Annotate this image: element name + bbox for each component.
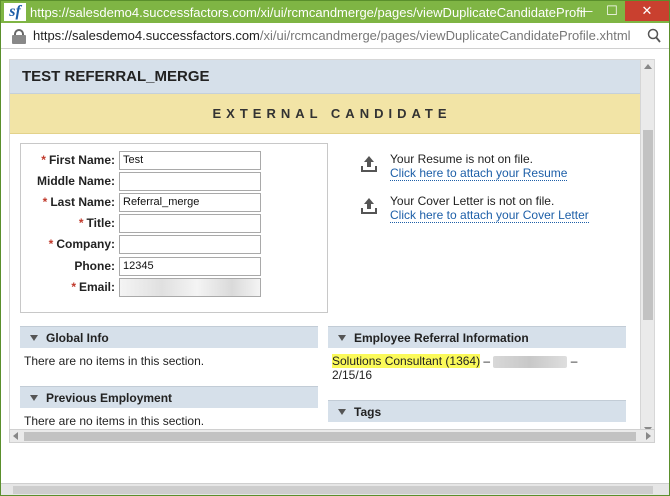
section-empty-text: There are no items in this section.: [24, 354, 205, 368]
middle-name-field[interactable]: [119, 171, 261, 191]
required-mark: *: [48, 237, 54, 251]
collapse-icon: [30, 394, 38, 401]
scroll-left-icon[interactable]: [13, 432, 18, 440]
scroll-thumb[interactable]: [13, 486, 653, 494]
company-label: Company:: [56, 237, 115, 251]
phone-field[interactable]: [119, 256, 261, 276]
title-row: * Title:: [21, 213, 261, 233]
email-row: * Email:: [21, 277, 261, 297]
email-label: Email:: [78, 280, 115, 294]
middle-name-row: Middle Name:: [21, 171, 261, 191]
section-title: Previous Employment: [46, 390, 173, 405]
resume-attachment: Your Resume is not on file. Click here t…: [360, 152, 568, 181]
attach-cover-letter-link[interactable]: Click here to attach your Cover Letter: [390, 208, 589, 223]
required-mark: *: [42, 195, 48, 209]
page-title: TEST REFERRAL_MERGE: [10, 60, 654, 94]
vertical-scrollbar[interactable]: [640, 60, 654, 434]
upload-icon: [360, 198, 378, 216]
upload-icon: [360, 156, 378, 174]
required-mark: *: [71, 280, 76, 294]
section-title: Employee Referral Information: [354, 330, 529, 345]
referral-job-link[interactable]: Solutions Consultant (1364): [332, 354, 481, 368]
required-mark: *: [78, 216, 84, 230]
candidate-form: *First Name: Middle Name: *Last Name: *T…: [20, 143, 328, 313]
horizontal-scrollbar[interactable]: [9, 429, 655, 443]
window-horizontal-scrollbar[interactable]: [1, 483, 669, 495]
cover-letter-status: Your Cover Letter is not on file.: [390, 194, 555, 208]
employee-referral-section: Employee Referral Information Solutions …: [328, 326, 626, 388]
address-bar[interactable]: https://salesdemo4.successfactors.com/xi…: [1, 23, 669, 49]
minimize-button[interactable]: —: [573, 1, 599, 21]
scroll-up-icon[interactable]: [644, 64, 652, 69]
title-bar: sf https://salesdemo4.successfactors.com…: [1, 1, 669, 23]
company-field[interactable]: [119, 234, 261, 254]
attach-resume-link[interactable]: Click here to attach your Resume: [390, 166, 568, 181]
maximize-button[interactable]: ☐: [599, 1, 625, 21]
first-name-label: First Name:: [48, 153, 115, 167]
tags-header[interactable]: Tags: [328, 400, 626, 422]
window-title: https://salesdemo4.successfactors.com/xi…: [30, 4, 585, 20]
window-controls: — ☐ ✕: [573, 1, 669, 21]
scroll-thumb[interactable]: [24, 432, 636, 441]
first-name-row: * First Name:: [21, 150, 261, 170]
successfactors-logo: sf: [4, 3, 26, 21]
last-name-field[interactable]: [119, 192, 261, 212]
url-path: /xi/ui/rcmcandmerge/pages/viewDuplicateC…: [259, 28, 631, 43]
candidate-type-banner: EXTERNAL CANDIDATE: [10, 94, 654, 134]
search-icon[interactable]: [647, 27, 661, 45]
phone-row: Phone:: [21, 256, 261, 276]
title-label: Title:: [86, 216, 115, 230]
employee-referral-header[interactable]: Employee Referral Information: [328, 326, 626, 348]
collapse-icon: [338, 408, 346, 415]
company-row: * Company:: [21, 234, 261, 254]
cover-letter-attachment: Your Cover Letter is not on file. Click …: [360, 194, 589, 223]
lock-icon[interactable]: [11, 28, 27, 44]
resume-status: Your Resume is not on file.: [390, 152, 533, 166]
url-host: https://salesdemo4.successfactors.com: [33, 28, 260, 43]
scroll-right-icon[interactable]: [646, 432, 651, 440]
previous-employment-section: Previous Employment There are no items i…: [20, 386, 318, 434]
scroll-thumb[interactable]: [643, 130, 653, 320]
separator: –: [567, 354, 578, 368]
first-name-field[interactable]: [119, 150, 261, 170]
section-title: Global Info: [46, 330, 109, 345]
tags-section: Tags: [328, 400, 626, 422]
phone-label: Phone:: [74, 259, 115, 273]
global-info-section: Global Info There are no items in this s…: [20, 326, 318, 374]
separator: –: [480, 354, 494, 368]
last-name-label: Last Name:: [50, 195, 115, 209]
global-info-header[interactable]: Global Info: [20, 326, 318, 348]
required-mark: *: [41, 153, 46, 167]
title-field[interactable]: [119, 213, 261, 233]
url-text[interactable]: https://salesdemo4.successfactors.com/xi…: [33, 28, 631, 43]
middle-name-label: Middle Name:: [36, 174, 115, 188]
last-name-row: * Last Name:: [21, 192, 261, 212]
section-title: Tags: [354, 404, 382, 419]
referral-date: 2/15/16: [332, 368, 373, 382]
collapse-icon: [30, 334, 38, 341]
email-field[interactable]: [119, 277, 261, 297]
close-button[interactable]: ✕: [625, 1, 669, 21]
browser-window: sf https://salesdemo4.successfactors.com…: [0, 0, 670, 496]
redacted-referrer: [493, 355, 568, 368]
collapse-icon: [338, 334, 346, 341]
previous-employment-header[interactable]: Previous Employment: [20, 386, 318, 408]
referral-details: Solutions Consultant (1364) – – 2/15/16: [328, 348, 626, 388]
candidate-profile-page: TEST REFERRAL_MERGE EXTERNAL CANDIDATE *…: [9, 59, 655, 435]
